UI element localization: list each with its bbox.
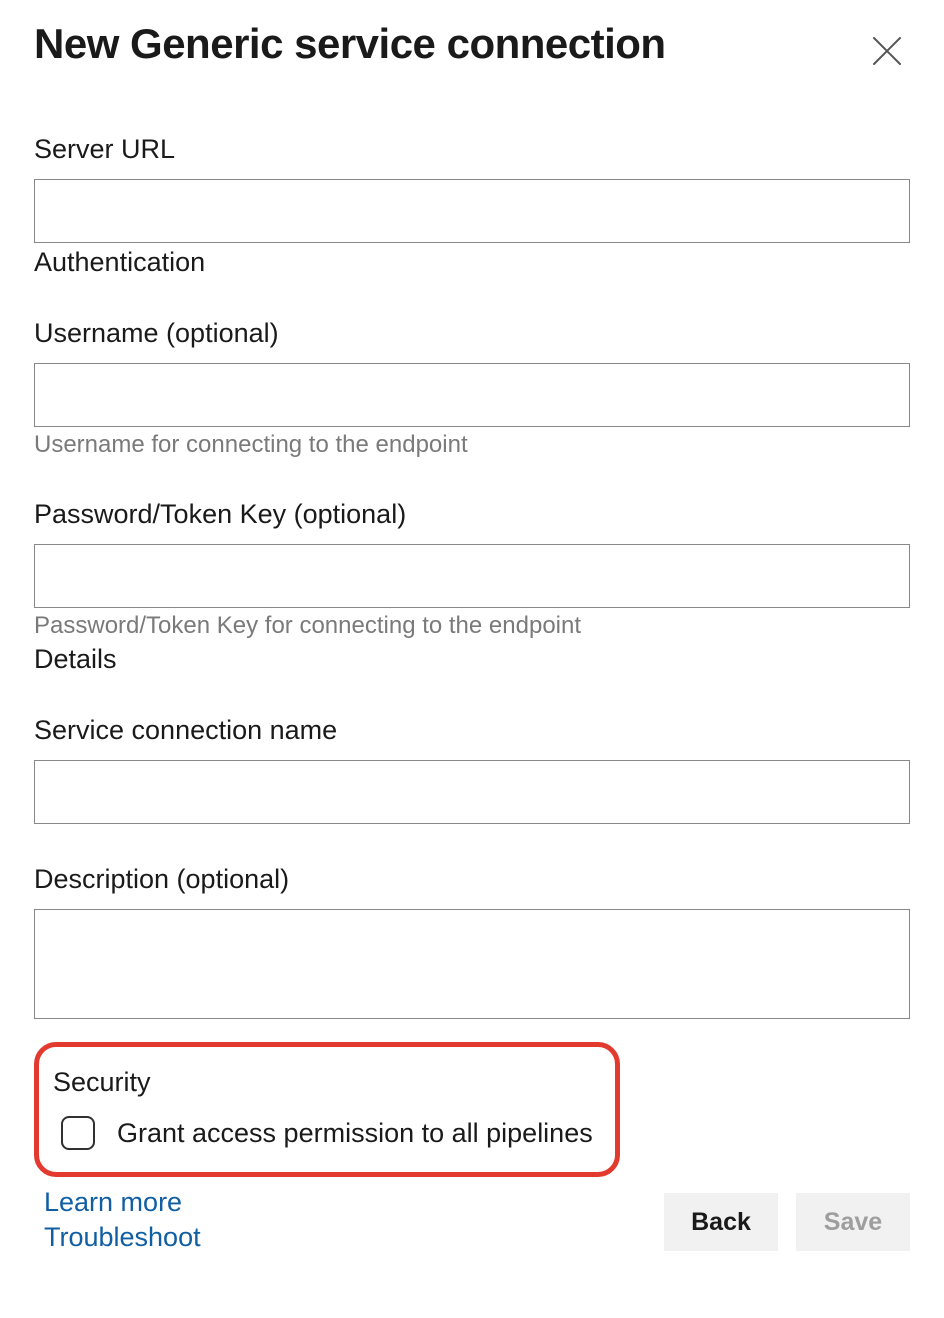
footer-row: Learn more Troubleshoot Back Save: [34, 1187, 910, 1253]
server-url-label: Server URL: [34, 134, 910, 165]
panel-title: New Generic service connection: [34, 20, 666, 68]
conn-name-field-block: Service connection name: [34, 715, 910, 824]
conn-name-label: Service connection name: [34, 715, 910, 746]
help-links: Learn more Troubleshoot: [34, 1187, 201, 1253]
username-help: Username for connecting to the endpoint: [34, 431, 910, 459]
password-field-block: Password/Token Key (optional) Password/T…: [34, 499, 910, 640]
save-button[interactable]: Save: [796, 1193, 910, 1251]
description-label: Description (optional): [34, 864, 910, 895]
back-button[interactable]: Back: [664, 1193, 778, 1251]
security-heading: Security: [53, 1067, 597, 1098]
password-label: Password/Token Key (optional): [34, 499, 910, 530]
close-icon: [870, 34, 904, 68]
username-input[interactable]: [34, 363, 910, 427]
grant-access-checkbox[interactable]: [61, 1116, 95, 1150]
password-help: Password/Token Key for connecting to the…: [34, 612, 910, 640]
description-field-block: Description (optional): [34, 864, 910, 1024]
authentication-heading: Authentication: [34, 247, 910, 278]
username-field-block: Username (optional) Username for connect…: [34, 318, 910, 459]
grant-access-label: Grant access permission to all pipelines: [117, 1118, 593, 1149]
password-input[interactable]: [34, 544, 910, 608]
footer-buttons: Back Save: [664, 1193, 910, 1251]
troubleshoot-link[interactable]: Troubleshoot: [44, 1222, 201, 1253]
security-highlight-box: Security Grant access permission to all …: [34, 1042, 620, 1177]
details-heading: Details: [34, 644, 910, 675]
server-url-field-block: Server URL: [34, 134, 910, 243]
learn-more-link[interactable]: Learn more: [44, 1187, 201, 1218]
server-url-input[interactable]: [34, 179, 910, 243]
panel-header: New Generic service connection: [34, 20, 910, 74]
username-label: Username (optional): [34, 318, 910, 349]
grant-access-row: Grant access permission to all pipelines: [51, 1116, 597, 1150]
close-button[interactable]: [864, 28, 910, 74]
description-input[interactable]: [34, 909, 910, 1019]
service-connection-panel: New Generic service connection Server UR…: [0, 0, 944, 1293]
conn-name-input[interactable]: [34, 760, 910, 824]
